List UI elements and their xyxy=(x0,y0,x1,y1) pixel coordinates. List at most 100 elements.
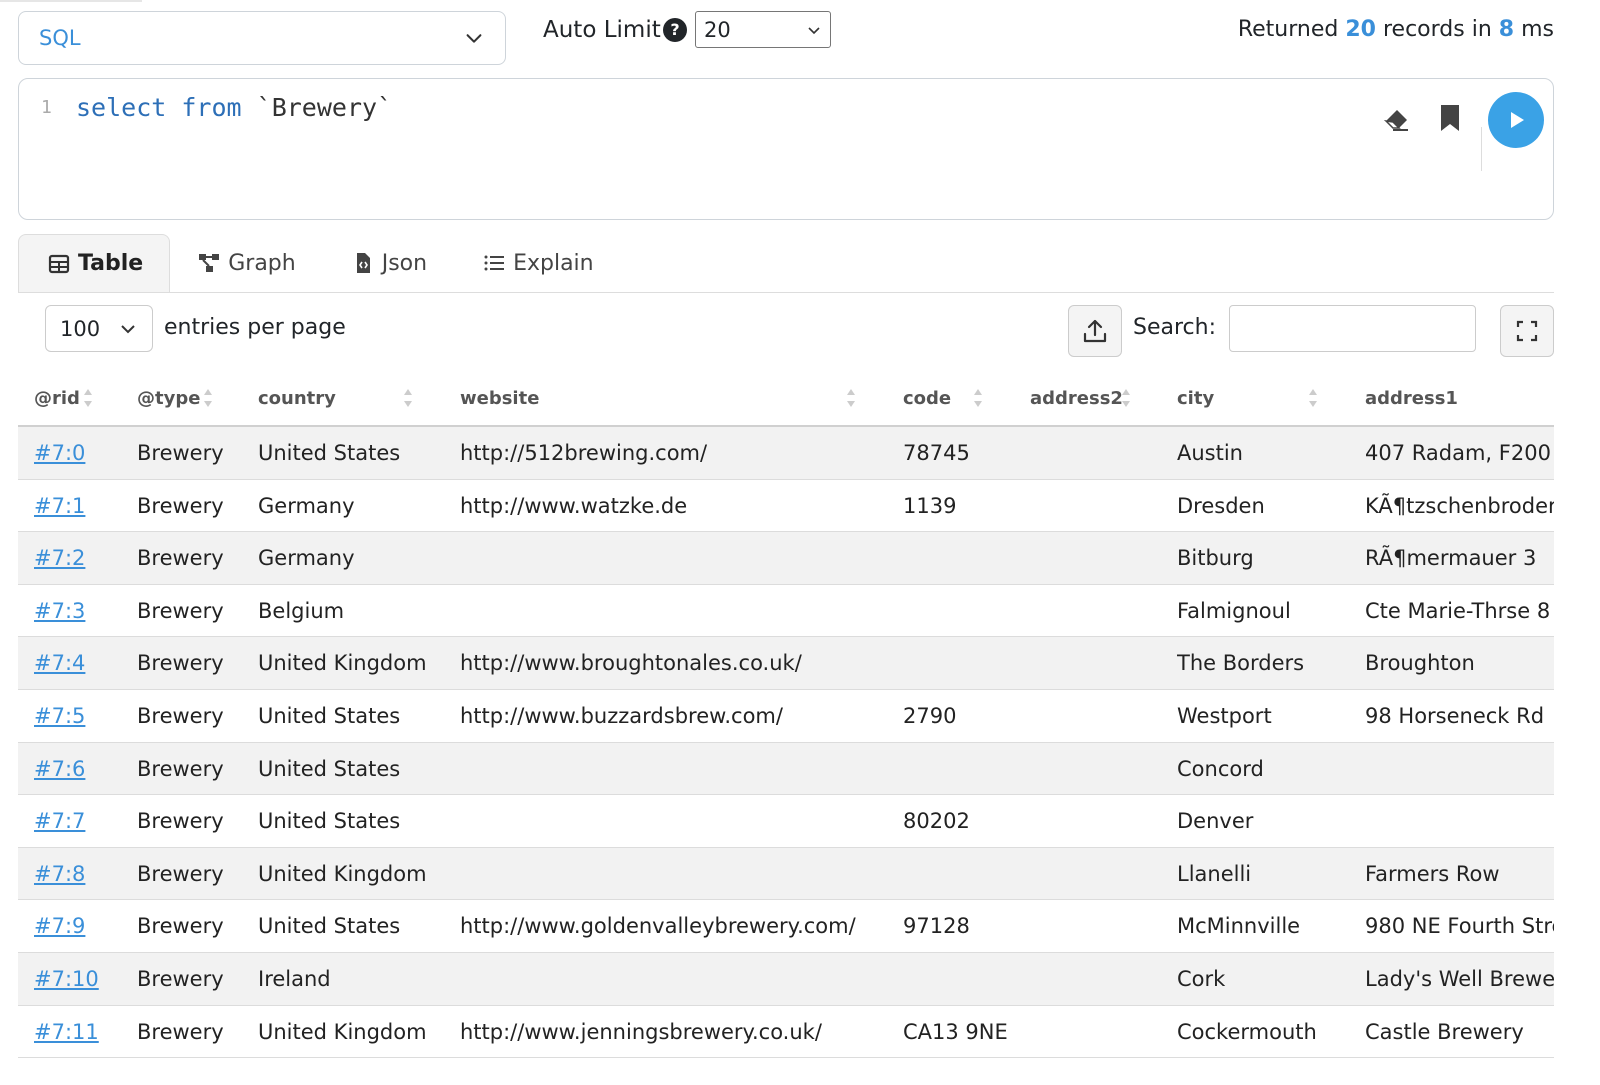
table-cell-country: United Kingdom xyxy=(258,1019,427,1044)
table-cell-address1: 980 NE Fourth Stre xyxy=(1365,914,1554,939)
table-cell-country: United Kingdom xyxy=(258,651,427,676)
table-cell-website xyxy=(460,795,895,847)
table-cell-country: United States xyxy=(258,756,401,781)
tab-json-label: Json xyxy=(381,250,428,276)
table-header: @rid @type country website code address2 city a… xyxy=(18,372,1554,427)
sort-icon[interactable] xyxy=(1308,385,1318,411)
table-row[interactable]: #7:2 Brewery Germany Bitburg RÃ¶mermauer 3 xyxy=(18,532,1554,585)
record-id-link[interactable]: #7:3 xyxy=(34,585,129,637)
table-cell-type: Brewery xyxy=(137,756,224,781)
top-divider xyxy=(0,0,142,2)
tab-graph-label: Graph xyxy=(228,250,296,276)
export-button[interactable] xyxy=(1068,305,1122,357)
column-header-code[interactable]: code xyxy=(903,372,951,425)
record-id-link[interactable]: #7:7 xyxy=(34,795,129,847)
table-row[interactable]: #7:4 Brewery United Kingdom http://www.brou… xyxy=(18,637,1554,690)
search-input[interactable] xyxy=(1229,305,1476,352)
record-id-link[interactable]: #7:0 xyxy=(34,427,129,479)
run-query-button[interactable] xyxy=(1488,92,1544,148)
entries-per-page-select[interactable]: 100 xyxy=(45,305,153,352)
language-select[interactable]: SQL xyxy=(18,11,506,65)
record-id-link[interactable]: #7:9 xyxy=(34,900,129,952)
table-cell-country: United States xyxy=(258,703,401,728)
column-header-address1[interactable]: address1 xyxy=(1365,372,1458,425)
keyword-select: select xyxy=(76,93,167,122)
bookmark-icon[interactable] xyxy=(1438,103,1462,133)
table-cell-address1: Farmers Row xyxy=(1365,861,1500,886)
record-id-link[interactable]: #7:4 xyxy=(34,637,129,689)
sort-icon[interactable] xyxy=(83,385,93,411)
table-cell-type: Brewery xyxy=(137,703,224,728)
eraser-icon[interactable] xyxy=(1382,103,1412,133)
table-row[interactable]: #7:8 Brewery United Kingdom Llanelli Farmers… xyxy=(18,847,1554,901)
table-cell-code: CA13 9NE xyxy=(903,1019,1008,1044)
query-code[interactable]: select from `Brewery` xyxy=(76,93,392,122)
table-row[interactable]: #7:10 Brewery Ireland Cork Lady's Well Brewe… xyxy=(18,952,1554,1006)
record-id-link[interactable]: #7:11 xyxy=(34,1006,129,1058)
table-row[interactable]: #7:3 Brewery Belgium Falmignoul Cte Marie-Th… xyxy=(18,585,1554,638)
record-id-link[interactable]: #7:10 xyxy=(34,953,129,1005)
record-id-link[interactable]: #7:1 xyxy=(34,480,129,532)
sort-icon[interactable] xyxy=(1121,385,1131,411)
upload-icon xyxy=(1083,319,1107,343)
table-cell-country: Belgium xyxy=(258,598,345,623)
table-cell-code xyxy=(903,532,1022,584)
table-cell-country: Germany xyxy=(258,546,355,571)
table-cell-city: Denver xyxy=(1177,809,1254,834)
table-row[interactable]: #7:1 Brewery Germany http://www.watzke.de 11… xyxy=(18,480,1554,533)
sort-icon[interactable] xyxy=(973,385,983,411)
sort-icon[interactable] xyxy=(846,385,856,411)
table-cell-website: http://512brewing.com/ xyxy=(460,441,708,465)
table-row[interactable]: #7:7 Brewery United States 80202 Denver xyxy=(18,795,1554,848)
table-cell-city: Falmignoul xyxy=(1177,598,1291,623)
tab-graph[interactable]: Graph xyxy=(170,234,323,292)
record-id-link[interactable]: #7:8 xyxy=(34,848,129,900)
table-cell-address1 xyxy=(1365,795,1554,847)
search-label: Search: xyxy=(1133,315,1216,340)
table-row[interactable]: #7:5 Brewery United States http://www.buzza… xyxy=(18,690,1554,743)
column-header-website[interactable]: website xyxy=(460,372,539,425)
table-cell-website: http://www.broughtonales.co.uk/ xyxy=(460,651,802,676)
table-cell-address1: Lady's Well Brewer xyxy=(1365,966,1554,991)
table-row[interactable]: #7:0 Brewery United States http://512brewin… xyxy=(18,427,1554,480)
table-row[interactable]: #7:6 Brewery United States Concord xyxy=(18,742,1554,796)
table-cell-type: Brewery xyxy=(137,966,224,991)
column-header-type[interactable]: @type xyxy=(137,372,200,425)
returned-count: 20 xyxy=(1345,17,1376,42)
table-row[interactable]: #7:9 Brewery United States http://www.golde… xyxy=(18,900,1554,953)
help-icon[interactable]: ? xyxy=(663,18,687,42)
table-cell-address1: 98 Horseneck Rd xyxy=(1365,703,1545,728)
table-row[interactable]: #7:11 Brewery United Kingdom http://www.jen… xyxy=(18,1006,1554,1059)
column-header-country[interactable]: country xyxy=(258,372,336,425)
sort-icon[interactable] xyxy=(403,385,413,411)
table-cell-address2 xyxy=(1030,743,1169,795)
query-editor[interactable]: 1 select from `Brewery` xyxy=(18,78,1554,220)
entries-per-page-value: 100 xyxy=(60,316,101,341)
record-id-link[interactable]: #7:2 xyxy=(34,532,129,584)
column-header-rid[interactable]: @rid xyxy=(34,372,80,425)
table-body: #7:0 Brewery United States http://512brewin… xyxy=(18,427,1554,1059)
record-id-link[interactable]: #7:5 xyxy=(34,690,129,742)
table-literal: `Brewery` xyxy=(256,93,393,122)
record-id-link[interactable]: #7:6 xyxy=(34,743,129,795)
table-cell-address1: Cte Marie-Thrse 8 xyxy=(1365,598,1551,623)
table-cell-website: http://www.watzke.de xyxy=(460,493,688,518)
fullscreen-button[interactable] xyxy=(1500,305,1554,357)
tabs-divider xyxy=(18,292,620,293)
sort-icon[interactable] xyxy=(203,385,213,411)
tab-explain[interactable]: Explain xyxy=(455,234,622,292)
table-cell-city: Dresden xyxy=(1177,493,1265,518)
tab-table[interactable]: Table xyxy=(18,234,171,292)
column-header-city[interactable]: city xyxy=(1177,372,1214,425)
auto-limit-select[interactable]: 20 xyxy=(695,11,831,48)
tab-explain-label: Explain xyxy=(513,250,594,276)
json-file-icon xyxy=(356,253,370,273)
column-header-address2[interactable]: address2 xyxy=(1030,372,1123,425)
returned-ms: 8 xyxy=(1498,17,1515,42)
tab-json[interactable]: Json xyxy=(324,234,455,292)
table-cell-address2 xyxy=(1030,1006,1169,1058)
table-cell-city: Cork xyxy=(1177,966,1226,991)
table-cell-address1: 407 Radam, F200 xyxy=(1365,441,1551,465)
table-cell-code xyxy=(903,953,1022,1005)
table-cell-city: Bitburg xyxy=(1177,546,1254,571)
